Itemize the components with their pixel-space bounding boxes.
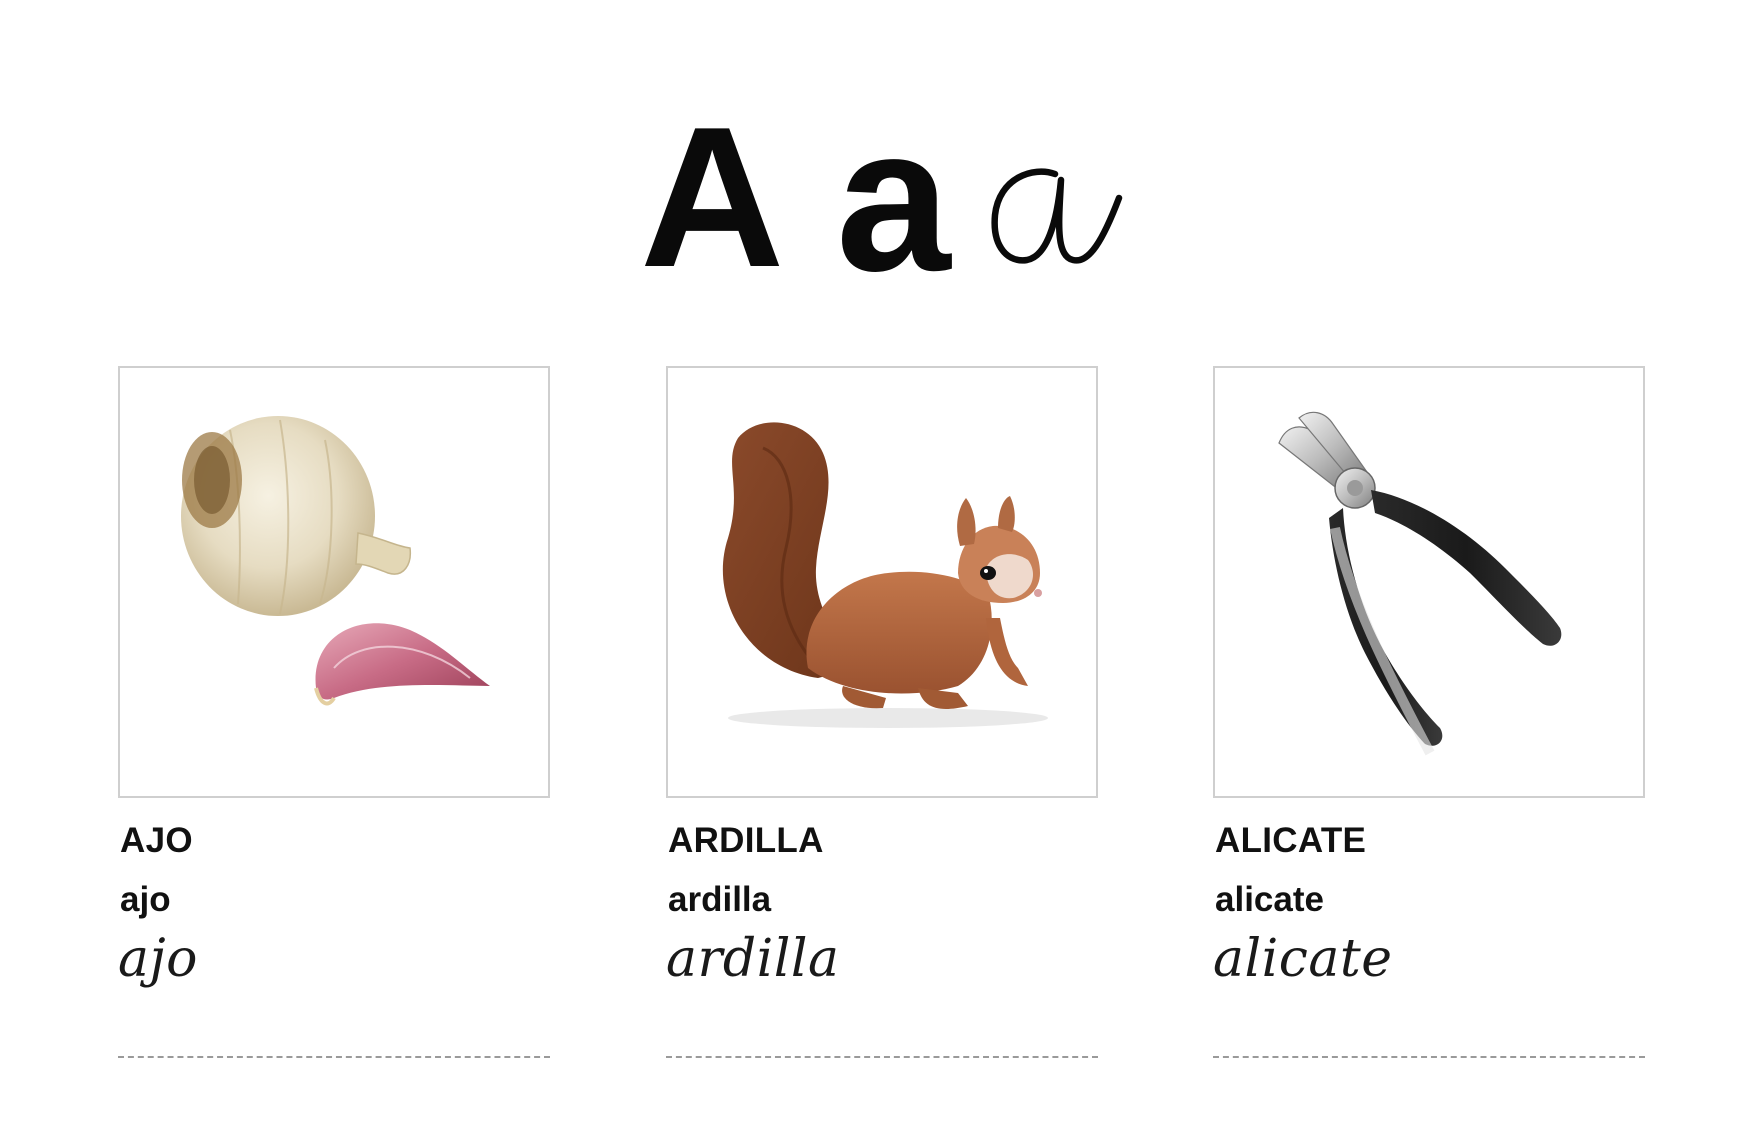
- word-card-ardilla: ARDILLA ardilla ardilla: [666, 366, 1098, 1058]
- word-lowercase: alicate: [1215, 880, 1324, 919]
- pliers-photo: [1213, 366, 1645, 798]
- word-uppercase: ALICATE: [1215, 821, 1367, 860]
- lowercase-cursive-letter: [991, 168, 1123, 264]
- word-card-ajo: AJO ajo ajo: [118, 366, 550, 1058]
- word-cursive: ardilla: [666, 929, 840, 989]
- word-uppercase: AJO: [120, 821, 193, 860]
- word-uppercase: ARDILLA: [668, 821, 824, 860]
- writing-line: [666, 1056, 1098, 1058]
- word-card-alicate: ALICATE alicate alicate: [1213, 366, 1645, 1058]
- writing-line: [118, 1056, 550, 1058]
- word-lowercase: ajo: [120, 880, 171, 919]
- word-cursive: ajo: [118, 929, 198, 989]
- squirrel-photo: [666, 366, 1098, 798]
- uppercase-letter: A: [640, 86, 785, 309]
- word-cursive: alicate: [1213, 929, 1393, 989]
- writing-line: [1213, 1056, 1645, 1058]
- garlic-photo: [118, 366, 550, 798]
- word-lowercase: ardilla: [668, 880, 772, 919]
- letter-header: A a: [0, 0, 1754, 314]
- lowercase-print-letter: a: [836, 84, 951, 314]
